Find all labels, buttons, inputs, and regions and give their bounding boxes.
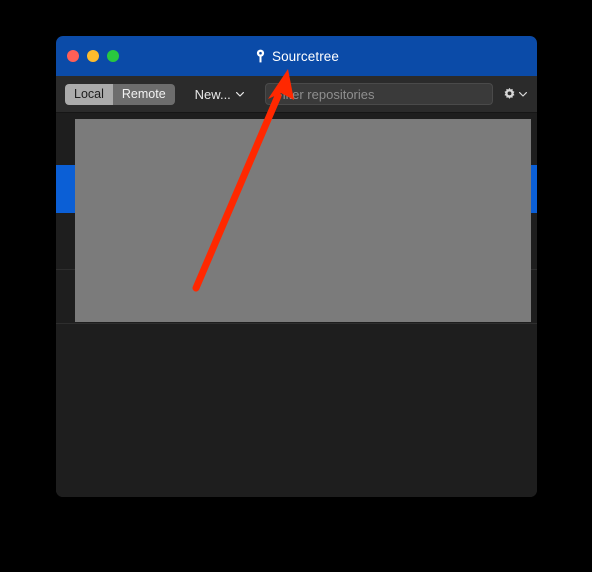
close-window-button[interactable] (67, 50, 79, 62)
list-separator (56, 323, 537, 324)
new-repository-button[interactable]: New... (192, 83, 247, 105)
local-remote-segmented-control[interactable]: Local Remote (65, 83, 175, 105)
page-title: Sourcetree (271, 48, 340, 64)
search-input[interactable]: Filter repositories (264, 83, 493, 105)
tab-remote[interactable]: Remote (112, 83, 175, 105)
main-toolbar: Local Remote New... Filter repositories (56, 76, 537, 113)
window-titlebar: Sourcetree (56, 36, 537, 76)
window-title-group: Sourcetree (56, 36, 537, 76)
obscured-content-region (75, 119, 531, 322)
maximize-window-button[interactable] (107, 50, 119, 62)
new-button-label: New... (194, 86, 231, 102)
traffic-light-buttons (67, 50, 119, 62)
search-input-placeholder: Filter repositories (274, 86, 375, 102)
chevron-down-icon (235, 91, 244, 97)
sourcetree-window: Sourcetree Local Remote New... Filter re… (56, 36, 537, 497)
sourcetree-logo-icon (256, 49, 265, 63)
minimize-window-button[interactable] (87, 50, 99, 62)
gear-icon (504, 87, 515, 99)
settings-menu-button[interactable] (502, 87, 527, 102)
window-content-area (56, 113, 537, 497)
tab-local[interactable]: Local (65, 83, 113, 105)
chevron-down-icon (519, 91, 527, 97)
